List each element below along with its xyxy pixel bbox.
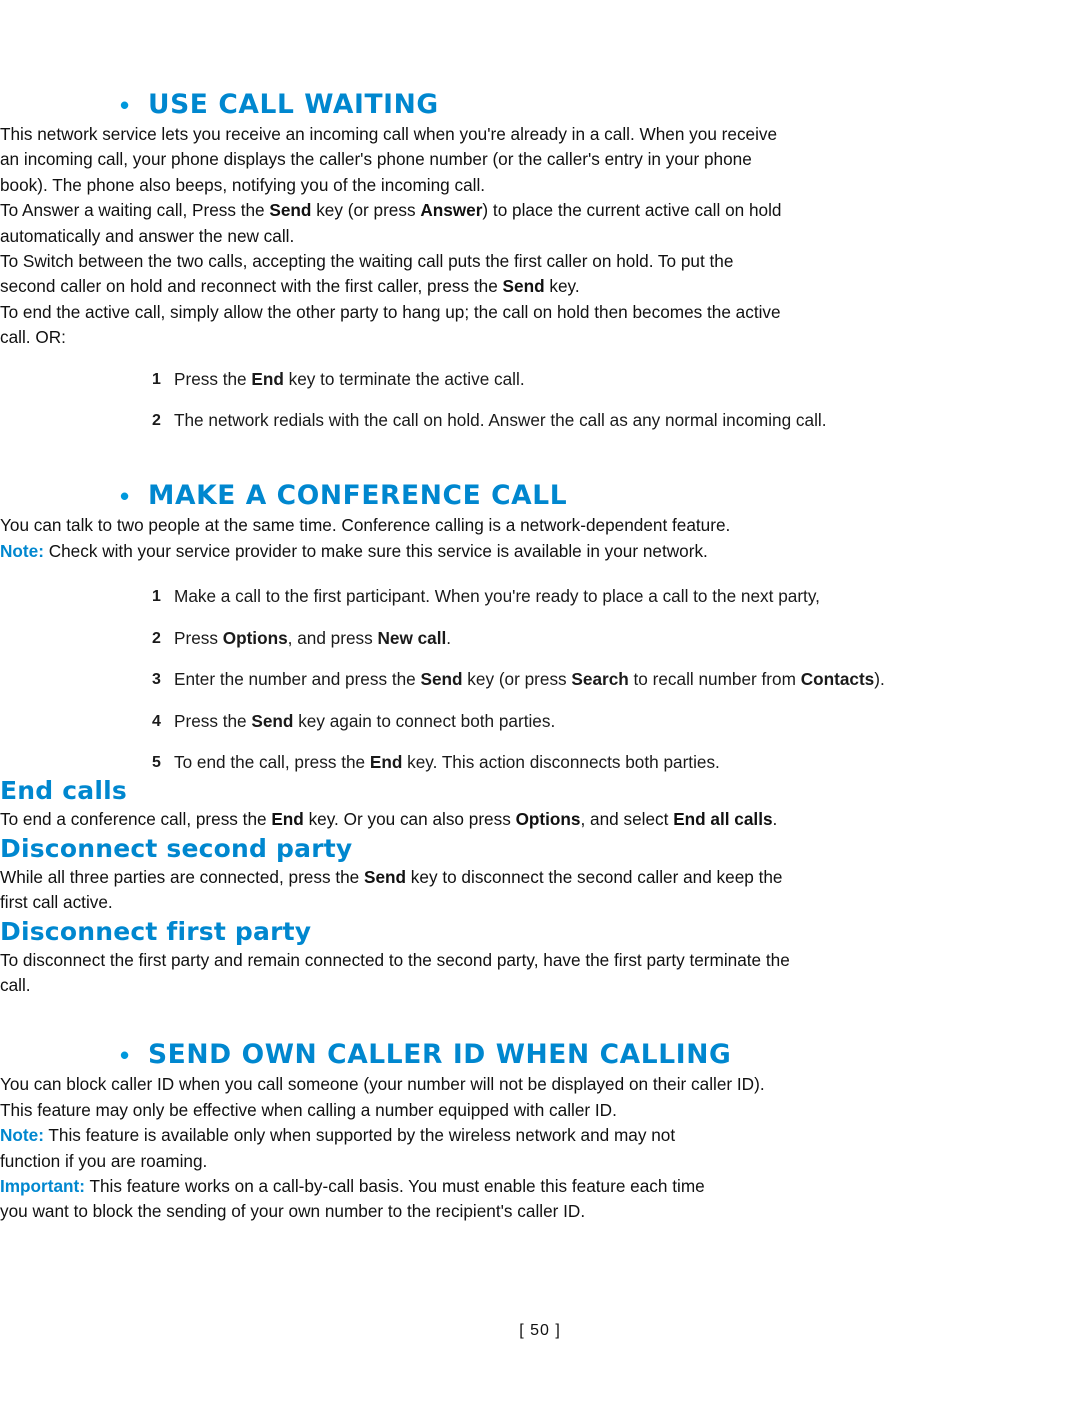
list-item: 2 Press Options, and press New call.: [152, 626, 942, 651]
note-caller-id: Note: This feature is available only whe…: [0, 1123, 730, 1174]
paragraph-conference-intro: You can talk to two people at the same t…: [0, 515, 731, 536]
note-label: Note:: [0, 540, 44, 561]
step-3-run-5: Contacts: [800, 669, 875, 690]
bullet-icon: •: [120, 90, 130, 120]
text-run: To Switch between the two calls, accepti…: [0, 251, 734, 297]
note-conference: Note: Check with your service provider t…: [0, 539, 730, 564]
key-answer: Answer: [420, 200, 483, 221]
list-item: 3 Enter the number and press the Send key…: [152, 667, 942, 692]
list-text: Press the Send key again to connect both…: [174, 709, 942, 734]
paragraph-answer-waiting-call: To Answer a waiting call, Press the Send…: [0, 198, 790, 249]
list-number: 1: [152, 370, 161, 388]
note-text: Check with your service provider to make…: [43, 540, 708, 561]
paragraph-disconnect-second-party: While all three parties are connected, p…: [0, 865, 790, 916]
key-send: Send: [502, 276, 545, 297]
important-text: This feature works on a call-by-call bas…: [0, 1175, 705, 1222]
text-run: key (or press: [311, 200, 421, 221]
end-calls-run-4: , and select: [580, 809, 674, 830]
list-item: 1 Make a call to the first participant. W…: [152, 584, 942, 609]
list-text: Press Options, and press New call.: [174, 626, 942, 651]
step-3-run-0: Enter the number and press the: [174, 669, 421, 690]
heading-disconnect-second-party: Disconnect second party: [0, 833, 353, 863]
step-3-run-3: Search: [571, 669, 629, 690]
list-text: To end the call, press the End key. This…: [174, 750, 942, 775]
disconnect-second-run-0: While all three parties are connected, p…: [0, 866, 364, 887]
text-run: key to terminate the active call.: [283, 368, 525, 389]
paragraph-end-calls: To end a conference call, press the End …: [0, 807, 790, 832]
text-run: key.: [544, 276, 580, 297]
step-2-run-1: Options: [222, 627, 288, 648]
note-label: Note:: [0, 1125, 44, 1146]
list-text: Press the End key to terminate the activ…: [174, 367, 942, 392]
step-3-run-6: ).: [874, 669, 885, 690]
step-3-run-1: Send: [420, 669, 463, 690]
paragraph-caller-id-intro: You can block caller ID when you call so…: [0, 1074, 765, 1120]
end-calls-run-3: Options: [515, 809, 581, 830]
step-4-run-0: Press the: [174, 710, 252, 731]
step-2-run-2: , and press: [287, 627, 378, 648]
step-2-run-3: New call: [377, 627, 447, 648]
step-4-run-2: key again to connect both parties.: [293, 710, 556, 731]
text-run: Press the: [174, 368, 252, 389]
conference-steps-list: 1 Make a call to the first participant. W…: [0, 584, 1080, 775]
page-content: • USE CALL WAITING This network service …: [0, 88, 1080, 1225]
step-1-run-0: Make a call to the first participant. Wh…: [174, 586, 820, 607]
list-number: 4: [152, 712, 161, 730]
list-text: The network redials with the call on hol…: [174, 410, 827, 431]
end-calls-run-6: .: [772, 809, 778, 830]
list-number: 5: [152, 753, 161, 771]
paragraph-switch-calls: To Switch between the two calls, accepti…: [0, 249, 790, 300]
key-send: Send: [269, 200, 312, 221]
list-item: 2 The network redials with the call on h…: [152, 408, 942, 433]
key-end: End: [251, 368, 284, 389]
important-label: Important:: [0, 1175, 85, 1196]
step-2-run-4: .: [446, 627, 452, 648]
end-calls-run-1: End: [271, 809, 304, 830]
list-number: 2: [152, 412, 161, 430]
heading-use-call-waiting: USE CALL WAITING: [148, 89, 439, 120]
page-number: [ 50 ]: [519, 1322, 561, 1339]
list-number: 1: [152, 588, 161, 606]
list-item: 1 Press the End key to terminate the act…: [152, 367, 942, 392]
step-2-run-0: Press: [174, 627, 223, 648]
list-number: 2: [152, 629, 161, 647]
list-text: Make a call to the first participant. Wh…: [174, 584, 942, 609]
document-page: • USE CALL WAITING This network service …: [0, 0, 1080, 1412]
paragraph-call-waiting-intro: This network service lets you receive an…: [0, 124, 778, 195]
text-run: To Answer a waiting call, Press the: [0, 200, 270, 221]
heading-send-own-caller-id-when-calling: SEND OWN CALLER ID WHEN CALLING: [148, 1039, 732, 1071]
section-heading-make-a-conference-call: • MAKE A CONFERENCE CALL: [120, 479, 1080, 513]
section-heading-use-call-waiting: • USE CALL WAITING: [120, 88, 1080, 122]
bullet-icon: •: [120, 481, 130, 512]
step-5-run-0: To end the call, press the: [174, 751, 370, 772]
list-number: 3: [152, 671, 161, 689]
important-caller-id: Important: This feature works on a call-…: [0, 1174, 730, 1225]
list-item: 5 To end the call, press the End key. Thi…: [152, 750, 942, 775]
section-heading-send-own-caller-id: • SEND OWN CALLER ID WHEN CALLING: [120, 1038, 1080, 1072]
note-text: This feature is available only when supp…: [0, 1125, 676, 1171]
list-text: Enter the number and press the Send key …: [174, 667, 942, 692]
step-3-run-4: to recall number from: [628, 669, 801, 690]
paragraph-end-active-call: To end the active call, simply allow the…: [0, 301, 781, 348]
end-calls-run-2: key. Or you can also press: [303, 809, 516, 830]
bullet-icon: •: [120, 1040, 130, 1071]
heading-make-a-conference-call: MAKE A CONFERENCE CALL: [148, 480, 568, 512]
paragraph-disconnect-first-party: To disconnect the first party and remain…: [0, 948, 790, 999]
step-4-run-1: Send: [251, 710, 294, 731]
disconnect-first-run-0: To disconnect the first party and remain…: [0, 949, 790, 995]
step-5-run-1: End: [369, 751, 403, 772]
heading-disconnect-first-party: Disconnect first party: [0, 916, 312, 946]
end-calls-run-0: To end a conference call, press the: [0, 809, 272, 830]
disconnect-second-run-1: Send: [364, 866, 407, 887]
step-5-run-2: key. This action disconnects both partie…: [402, 751, 720, 772]
end-calls-run-5: End all calls: [673, 809, 773, 830]
list-item: 4 Press the Send key again to connect bot…: [152, 709, 942, 734]
step-3-run-2: key (or press: [462, 669, 572, 690]
heading-end-calls: End calls: [0, 776, 127, 806]
